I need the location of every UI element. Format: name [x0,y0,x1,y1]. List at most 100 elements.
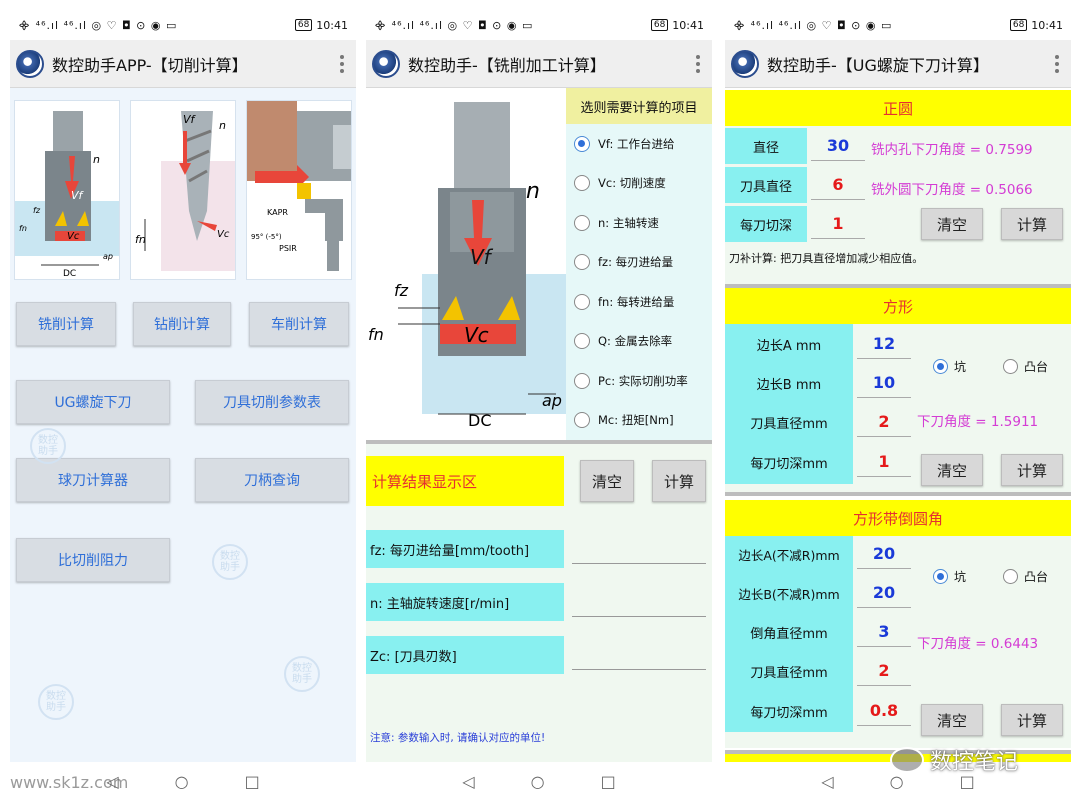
square-angle-result: 下刀角度 = 1.5911 [917,414,1039,430]
option-q[interactable]: Q: 金属去除率 [566,322,712,362]
square-clear-button[interactable]: 清空 [921,454,983,486]
dc-label: DC [63,269,76,279]
diameter-label: 直径 [725,128,807,164]
option-label: fz: 每刃进给量 [598,255,674,270]
overflow-menu-icon[interactable] [334,54,350,73]
overflow-menu-icon[interactable] [690,54,706,73]
pocket-radio[interactable]: 坑 [933,358,966,375]
radio-icon[interactable] [933,359,948,374]
ap-label: ap [103,252,113,261]
diameter-input[interactable]: 30 [811,131,865,161]
option-label: Mc: 扭矩[Nm] [598,413,674,428]
square-section: 边长A mm 12 边长B mm 10 刀具直径mm 2 每刀切深mm 1 坑 … [725,324,1071,492]
radio-icon[interactable] [1003,359,1018,374]
square-calculate-button[interactable]: 计算 [1001,454,1063,486]
tool-diameter-input[interactable]: 6 [811,170,865,200]
tool-diameter-input[interactable]: 2 [857,407,911,437]
radio-icon[interactable] [574,412,590,429]
depth-per-cut-input[interactable]: 1 [857,447,911,477]
milling-calc-button[interactable]: 铣削计算 [16,302,116,346]
kapr-label: KAPR [267,208,288,217]
result-header: 计算结果显示区 [366,456,564,506]
fz-input[interactable] [572,536,706,564]
diagram-row: n Vf Vc DC fz fn ap Vf n Vc fn KAPR 95° … [14,100,352,280]
circle-calculate-button[interactable]: 计算 [1001,208,1063,240]
back-icon[interactable]: ◁ [821,772,833,791]
turning-calc-button[interactable]: 车削计算 [249,302,349,346]
option-n[interactable]: n: 主轴转速 [566,203,712,243]
clear-button[interactable]: 清空 [580,460,634,502]
home-icon[interactable]: ○ [531,772,545,791]
option-vc[interactable]: Vc: 切削速度 [566,164,712,204]
tool-params-table-button[interactable]: 刀具切削参数表 [195,380,349,424]
watermark-logo: 数控 助手 [30,428,66,464]
depth-per-cut-label: 每刀切深 [725,206,807,242]
ball-cutter-calc-button[interactable]: 球刀计算器 [16,458,170,502]
fz-label: fz [33,206,41,215]
home-icon[interactable]: ○ [175,772,189,791]
radio-icon[interactable] [933,569,948,584]
pocket-radio[interactable]: 坑 [933,568,966,585]
calc-item-selector: 选则需要计算的项目 Vf: 工作台进给 Vc: 切削速度 n: 主轴转速 fz:… [566,88,712,440]
radio-icon[interactable] [1003,569,1018,584]
page-title: 数控助手-【UG螺旋下刀计算】 [767,55,989,75]
selector-header: 选则需要计算的项目 [566,88,712,124]
radio-icon[interactable] [574,293,590,310]
side-b-input[interactable]: 10 [857,368,911,398]
chamfer-angle-result: 下刀角度 = 0.6443 [917,636,1039,652]
side-b-input[interactable]: 20 [857,578,911,608]
depth-per-cut-label: 每刀切深mm [750,705,828,721]
radio-label: 坑 [954,570,967,584]
radio-icon[interactable] [574,254,590,271]
side-a-input[interactable]: 20 [857,539,911,569]
nav-bar: ◁ ○ □ [10,772,356,791]
option-fn[interactable]: fn: 每转进给量 [566,282,712,322]
depth-per-cut-label: 每刀切深mm [750,456,828,472]
back-icon[interactable]: ◁ [106,772,118,791]
depth-per-cut-input[interactable]: 1 [811,209,865,239]
option-vf[interactable]: Vf: 工作台进给 [566,124,712,164]
depth-per-cut-input[interactable]: 0.8 [857,696,911,726]
calculate-button[interactable]: 计算 [652,460,706,502]
radio-icon[interactable] [574,175,590,192]
radio-icon[interactable] [574,372,590,389]
chamfer-calculate-button[interactable]: 计算 [1001,704,1063,736]
drilling-calc-button[interactable]: 钻削计算 [133,302,231,346]
turning-diagram: KAPR 95° (-5°) PSIR [246,100,352,280]
fn-label: fn [19,224,27,233]
back-icon[interactable]: ◁ [462,772,474,791]
radio-label: 凸台 [1024,360,1049,374]
result-area: 计算结果显示区 清空 计算 fz: 每刃进给量[mm/tooth] n: 主轴旋… [366,444,712,762]
fz-label: fz [394,281,409,300]
tool-diameter-input[interactable]: 2 [857,656,911,686]
zc-input[interactable] [572,642,706,670]
chamfer-section-header: 方形带倒圆角 [725,500,1071,536]
chamfer-diameter-input[interactable]: 3 [857,617,911,647]
recent-apps-icon[interactable]: □ [245,772,260,791]
boss-radio[interactable]: 凸台 [1003,358,1048,375]
square-section-header: 方形 [725,288,1071,324]
option-pc[interactable]: Pc: 实际切削功率 [566,361,712,401]
radio-icon[interactable] [574,333,590,350]
page-title: 数控助手APP-【切削计算】 [52,55,248,75]
boss-radio[interactable]: 凸台 [1003,568,1048,585]
radio-icon[interactable] [574,214,590,231]
option-mc[interactable]: Mc: 扭矩[Nm] [566,401,712,441]
app-bar: 数控助手APP-【切削计算】 [10,40,356,88]
circle-clear-button[interactable]: 清空 [921,208,983,240]
specific-cutting-force-button[interactable]: 比切削阻力 [16,538,170,582]
recent-apps-icon[interactable]: □ [601,772,616,791]
overflow-menu-icon[interactable] [1049,54,1065,73]
option-fz[interactable]: fz: 每刃进给量 [566,243,712,283]
option-label: Vf: 工作台进给 [598,136,675,151]
ug-helical-button[interactable]: UG螺旋下刀 [16,380,170,424]
radio-icon[interactable] [574,135,590,152]
battery-indicator: 68 [650,19,669,31]
side-a-input[interactable]: 12 [857,329,911,359]
chamfer-clear-button[interactable]: 清空 [921,704,983,736]
battery-indicator: 68 [1009,19,1028,31]
app-logo-icon [16,49,44,78]
n-input[interactable] [572,589,706,617]
tool-holder-query-button[interactable]: 刀柄查询 [195,458,349,502]
phone-screen-cutting-calc: ᯽ ⁴⁶.ıl ⁴⁶.ıl ◎ ♡ ◘ ⊙ ◉ ▭ 68 10:41 数控助手AP… [10,10,356,762]
